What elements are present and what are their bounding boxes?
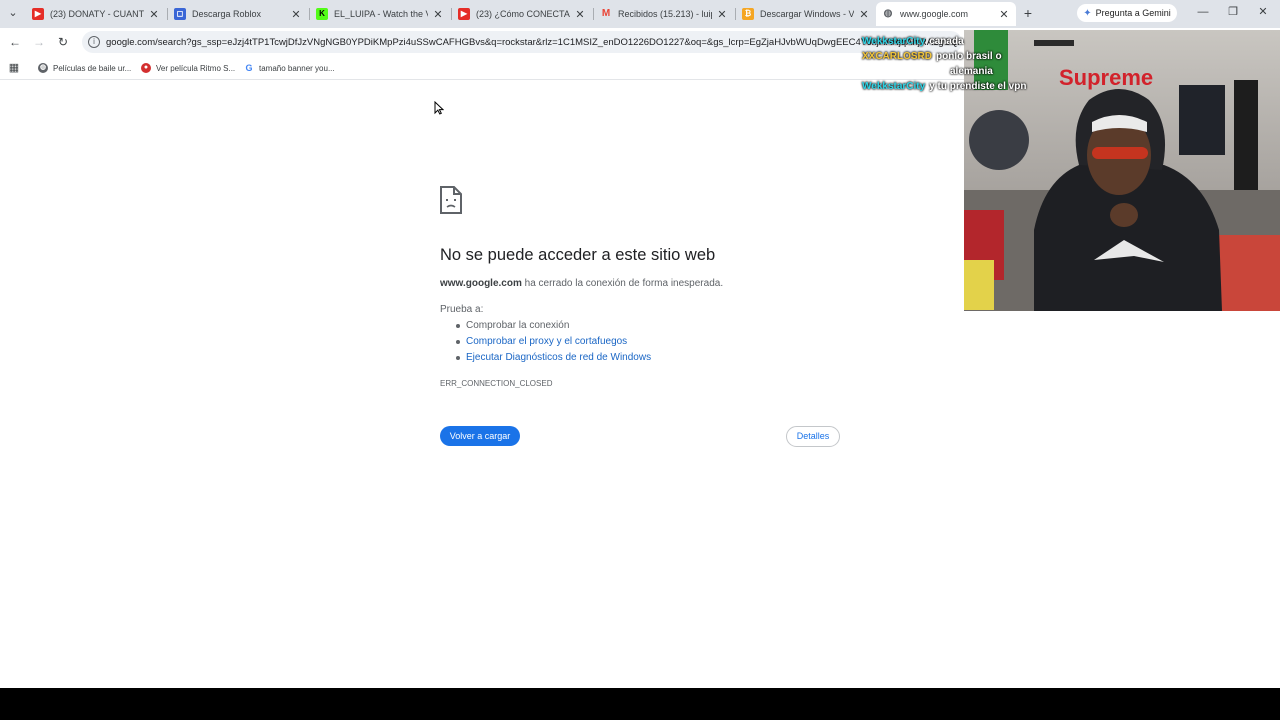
suggestion-check-connection: Comprobar la conexión	[456, 320, 651, 336]
close-icon[interactable]: ✕	[716, 8, 728, 21]
movie-icon: ●	[141, 63, 151, 73]
error-code: ERR_CONNECTION_CLOSED	[440, 379, 553, 388]
kick-icon: K	[316, 8, 328, 20]
tab-google-active[interactable]: ◍ www.google.com ✕	[876, 2, 1016, 26]
gemini-sparkle-icon: ✦	[1083, 7, 1092, 19]
chat-message: XXCARLOSRD ponlo brasil o	[862, 51, 1072, 66]
chat-text: alemania	[950, 66, 993, 77]
forward-arrow-icon[interactable]: →	[31, 34, 47, 50]
bookmark-ritmo[interactable]: ● Ver película Ritmo S...	[141, 61, 235, 75]
chat-username: WekkstarCity	[862, 81, 926, 92]
wall-sign-text: Supreme	[1059, 65, 1153, 90]
minimize-icon[interactable]: —	[1196, 5, 1210, 19]
youtube-icon: ▶	[32, 8, 44, 20]
chat-username: WekkstarCity	[862, 36, 926, 47]
url-text[interactable]: google.com/search?gs_ssp=eJzj4tTP1TcwjDf…	[106, 37, 962, 48]
bookmark-peliculas-baile[interactable]: ◍ Películas de baile ur...	[38, 61, 131, 75]
tab-strip: ⌄ ▶ (23) DONATY - CUANTO ( ✕ ◻ Descarga …	[0, 0, 1280, 28]
chat-message-continued: alemania	[862, 66, 1072, 81]
tab-conectar[interactable]: ▶ (23) ¿Cómo CONECTAR tu ✕	[452, 2, 592, 26]
close-icon[interactable]: ✕	[432, 8, 444, 21]
close-icon[interactable]: ✕	[574, 8, 586, 21]
stream-chat: WekkstarCity canada XXCARLOSRD ponlo brasi…	[862, 36, 1072, 96]
roblox-icon: ◻	[174, 8, 186, 20]
gemini-button[interactable]: ✦ Pregunta a Gemini	[1077, 4, 1177, 22]
tab-donaty[interactable]: ▶ (23) DONATY - CUANTO ( ✕	[26, 2, 166, 26]
reload-button[interactable]: Volver a cargar	[440, 426, 520, 446]
tab-gmail[interactable]: M Recibidos (15.213) - luipa ✕	[594, 2, 734, 26]
error-title: No se puede acceder a este sitio web	[440, 246, 716, 264]
tab-kick-vod[interactable]: K EL_LUIPA - Watch the VOD ✕	[310, 2, 450, 26]
google-icon: G	[245, 63, 253, 73]
youtube-icon: ▶	[458, 8, 470, 20]
chat-text: y tu prendiste el vpn	[929, 81, 1027, 92]
details-button[interactable]: Detalles	[786, 426, 840, 447]
back-arrow-icon[interactable]: ←	[7, 34, 23, 50]
tab-vpn[interactable]: ₿ Descargar Windows - VPN ✕	[736, 2, 876, 26]
suggestion-check-proxy-link[interactable]: Comprobar el proxy y el cortafuegos	[456, 336, 651, 352]
vpn-icon: ₿	[742, 8, 754, 20]
address-bar[interactable]: i google.com/search?gs_ssp=eJzj4tTP1Tcwj…	[82, 31, 962, 53]
mouse-cursor-icon	[434, 101, 444, 115]
close-icon[interactable]: ✕	[148, 8, 160, 21]
new-tab-button[interactable]: +	[1019, 4, 1037, 22]
close-icon[interactable]: ✕	[290, 8, 302, 21]
chat-message: WekkstarCity canada	[862, 36, 1072, 51]
tab-roblox[interactable]: ◻ Descarga Roblox ✕	[168, 2, 308, 26]
error-host: www.google.com	[440, 278, 522, 289]
sad-document-icon	[440, 186, 462, 214]
suggestion-network-diagnostics-link[interactable]: Ejecutar Diagnósticos de red de Windows	[456, 352, 651, 368]
chat-text: canada	[929, 36, 964, 47]
tab-search-chevron-icon[interactable]: ⌄	[4, 4, 22, 22]
apps-grid-icon[interactable]: ▦	[8, 62, 20, 74]
chat-message: WekkstarCity y tu prendiste el vpn	[862, 81, 1072, 96]
suggestions-list: Comprobar la conexión Comprobar el proxy…	[456, 320, 651, 368]
error-description: www.google.com ha cerrado la conexión de…	[440, 278, 724, 289]
chat-username: XXCARLOSRD	[862, 51, 933, 62]
close-icon[interactable]: ✕	[858, 8, 870, 21]
bottom-black-bar	[0, 688, 1280, 720]
close-window-icon[interactable]: ✕	[1256, 5, 1270, 19]
try-label: Prueba a:	[440, 304, 484, 315]
globe-icon: ◍	[883, 8, 893, 19]
site-info-icon[interactable]: i	[88, 36, 100, 48]
globe-icon: ◍	[38, 63, 48, 73]
gmail-icon: M	[601, 8, 611, 19]
chat-text: ponlo brasil o	[936, 51, 1002, 62]
screen: ⌄ ▶ (23) DONATY - CUANTO ( ✕ ◻ Descarga …	[0, 0, 1280, 720]
bookmark-tamano-banner[interactable]: G tamaño banner you...	[244, 61, 334, 75]
reload-icon[interactable]: ↻	[55, 34, 71, 50]
close-icon[interactable]: ✕	[998, 8, 1010, 21]
restore-icon[interactable]: ❐	[1226, 5, 1240, 19]
